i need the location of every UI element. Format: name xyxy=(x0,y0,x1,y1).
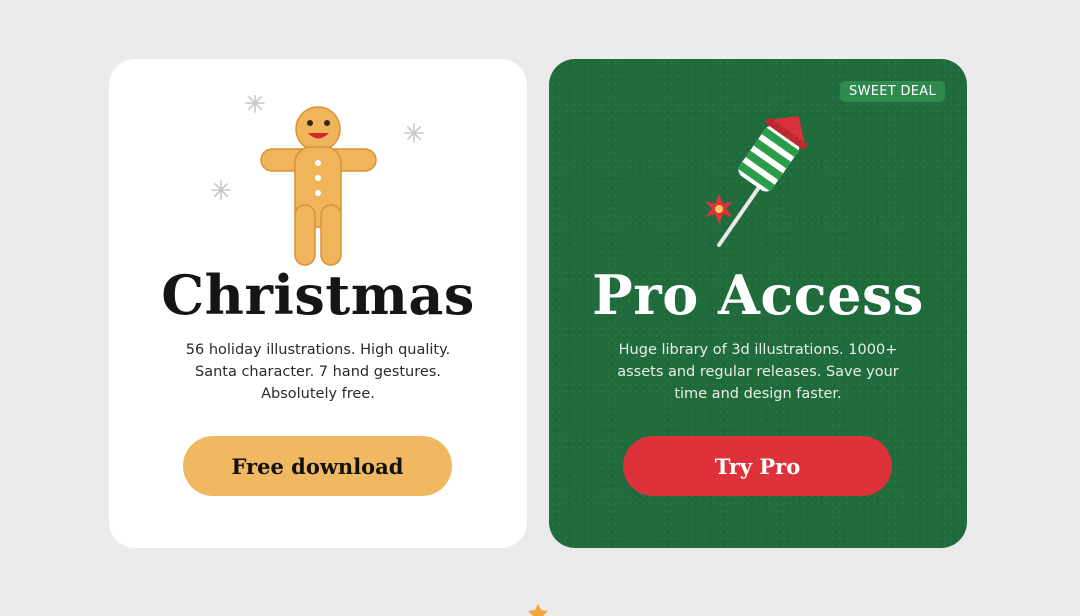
try-pro-button[interactable]: Try Pro xyxy=(623,436,892,496)
firework-rocket-icon xyxy=(705,116,807,247)
free-download-button[interactable]: Free download xyxy=(183,436,452,496)
snowflake-icon xyxy=(404,123,424,143)
star-icon xyxy=(528,604,548,616)
card-title: Pro Access xyxy=(592,263,924,327)
card-description: 56 holiday illustrations. High quality. … xyxy=(185,342,451,402)
gingerbread-man-icon xyxy=(211,95,424,266)
pro-access-card: SWEET DEAL Pro Access Huge library of 3d… xyxy=(549,59,967,548)
snowflake-icon xyxy=(211,180,231,200)
spark-icon xyxy=(705,194,733,224)
free-pack-card: Christmas 56 holiday illustrations. High… xyxy=(109,59,527,548)
snowflake-icon xyxy=(245,95,265,113)
card-title: Christmas xyxy=(161,263,475,327)
card-description: Huge library of 3d illustrations. 1000+ … xyxy=(617,342,899,402)
